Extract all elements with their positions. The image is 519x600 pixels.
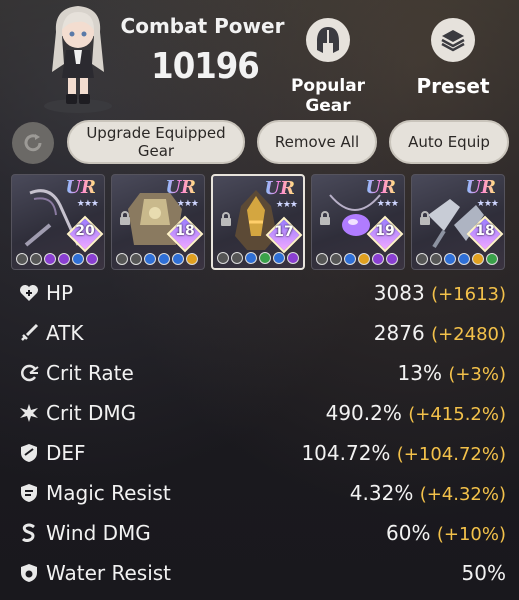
lock-icon (320, 211, 330, 225)
stat-value: 50% (461, 561, 506, 585)
gear-slot-amulet[interactable]: UR ★★★ 19 (311, 174, 405, 270)
gear-level: 19 (375, 223, 395, 239)
crit-rate-icon (18, 362, 40, 384)
stat-bonus: (+2480) (431, 324, 506, 345)
refresh-button[interactable] (12, 122, 54, 164)
stat-row-def: DEF 104.72% (+104.72%) (14, 433, 506, 473)
water-shield-icon (18, 562, 40, 584)
gear-level: 18 (475, 223, 495, 239)
gear-level: 20 (75, 223, 95, 239)
layers-icon (431, 18, 475, 62)
stat-name: Water Resist (46, 561, 172, 585)
star-rating: ★★★ (275, 200, 298, 210)
refresh-icon (24, 134, 42, 152)
preset-label: Preset (416, 74, 490, 98)
stat-bonus: (+4.32%) (419, 484, 506, 505)
sword-icon (18, 322, 40, 344)
stat-bonus: (+3%) (448, 364, 506, 385)
popular-gear-button[interactable]: Popular Gear (268, 18, 388, 116)
stat-name: Magic Resist (46, 481, 171, 505)
gear-slot-armor[interactable]: UR ★★★ 18 (111, 174, 205, 270)
heart-plus-icon (18, 282, 40, 304)
stat-value: 3083 (373, 281, 425, 305)
stat-bonus: (+10%) (436, 524, 506, 545)
rarity-badge: UR (65, 177, 96, 198)
auto-equip-button[interactable]: Auto Equip (389, 120, 509, 164)
character-avatar[interactable] (38, 2, 118, 114)
stat-row-magic-resist: Magic Resist 4.32% (+4.32%) (14, 473, 506, 513)
gear-slots: UR ★★★ 20 UR ★★★ 18 UR ★★★ 17 UR ★★★ 19 … (11, 174, 511, 270)
substat-icons (116, 253, 198, 265)
popular-gear-label: Popular Gear (290, 76, 366, 116)
gear-slot-gauntlets[interactable]: UR ★★★ 18 (411, 174, 505, 270)
stat-name: DEF (46, 441, 86, 465)
stat-value: 13% (397, 361, 442, 385)
stat-name: Crit Rate (46, 361, 134, 385)
stat-value: 490.2% (325, 401, 402, 425)
lock-icon (120, 211, 130, 225)
star-rating: ★★★ (176, 199, 199, 209)
gear-level: 17 (274, 224, 294, 240)
stat-bonus: (+415.2%) (408, 404, 506, 425)
combat-power-value: 10196 (151, 46, 260, 87)
wind-icon (18, 522, 40, 544)
rarity-badge: UR (365, 177, 396, 198)
magic-shield-icon (18, 482, 40, 504)
lock-icon (221, 212, 231, 226)
stat-value: 4.32% (349, 481, 414, 505)
crit-dmg-icon (18, 402, 40, 424)
stat-value: 104.72% (301, 441, 391, 465)
substat-icons (316, 253, 398, 265)
gear-level: 18 (175, 223, 195, 239)
stat-value: 60% (386, 521, 431, 545)
remove-all-button[interactable]: Remove All (257, 120, 377, 164)
stat-name: Crit DMG (46, 401, 137, 425)
star-rating: ★★★ (76, 199, 99, 209)
rarity-badge: UR (264, 178, 295, 199)
shield-icon (18, 442, 40, 464)
stat-bonus: (+104.72%) (396, 444, 506, 465)
star-rating: ★★★ (476, 199, 499, 209)
gear-slot-staff[interactable]: UR ★★★ 20 (11, 174, 105, 270)
preset-button[interactable]: Preset (408, 18, 498, 98)
header: Combat Power 10196 Popular Gear Preset (0, 0, 519, 120)
substat-icons (217, 252, 299, 264)
stat-name: ATK (46, 321, 84, 345)
stat-row-atk: ATK 2876 (+2480) (14, 313, 506, 353)
stat-row-hp: HP 3083 (+1613) (14, 273, 506, 313)
helmet-icon (306, 18, 350, 62)
combat-power-label: Combat Power (120, 14, 285, 38)
rarity-badge: UR (465, 177, 496, 198)
lock-icon (420, 211, 430, 225)
substat-icons (416, 253, 498, 265)
stat-name: Wind DMG (46, 521, 151, 545)
star-rating: ★★★ (376, 199, 399, 209)
stat-bonus: (+1613) (431, 284, 506, 305)
stat-row-crit-dmg: Crit DMG 490.2% (+415.2%) (14, 393, 506, 433)
stat-row-water-resist: Water Resist 50% (14, 553, 506, 593)
substat-icons (16, 253, 98, 265)
upgrade-equipped-gear-button[interactable]: Upgrade Equipped Gear (67, 120, 245, 164)
gear-slot-helmet[interactable]: UR ★★★ 17 (211, 174, 305, 270)
rarity-badge: UR (165, 177, 196, 198)
stat-row-wind-dmg: Wind DMG 60% (+10%) (14, 513, 506, 553)
stat-row-crit-rate: Crit Rate 13% (+3%) (14, 353, 506, 393)
stat-name: HP (46, 281, 74, 305)
stat-value: 2876 (373, 321, 425, 345)
action-bar: Upgrade Equipped Gear Remove All Auto Eq… (0, 120, 519, 166)
